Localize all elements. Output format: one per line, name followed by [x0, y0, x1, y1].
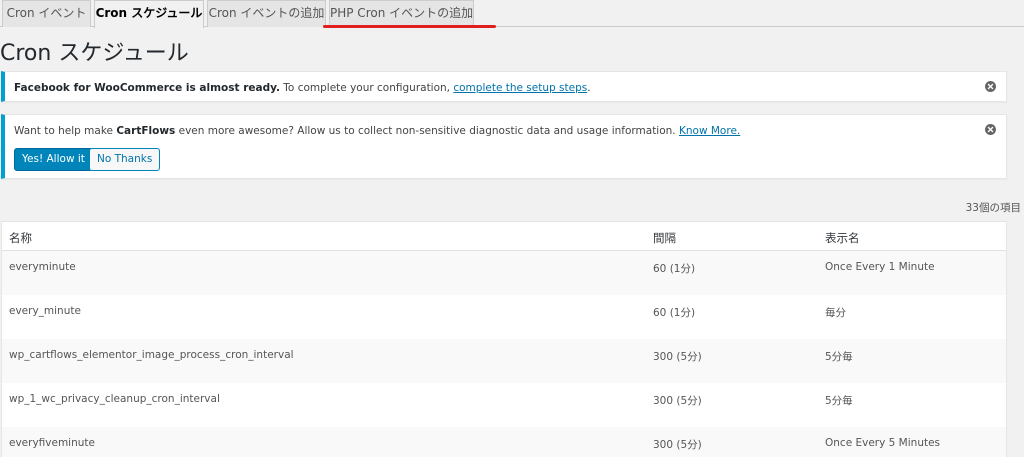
dismiss-icon[interactable]: [985, 81, 996, 92]
cartflows-notice: Want to help make CartFlows even more aw…: [1, 114, 1007, 179]
schedule-display-name: 5分毎: [825, 351, 853, 363]
table-row: everyminute 60 (1分) Once Every 1 Minute: [2, 251, 1006, 295]
column-header-name[interactable]: 名称: [9, 230, 32, 246]
schedule-name: wp_1_wc_privacy_cleanup_cron_interval: [9, 393, 220, 405]
cartflows-notice-pre: Want to help make: [14, 125, 117, 137]
facebook-notice-end: .: [587, 82, 591, 94]
table-row: every_minute 60 (1分) 毎分: [2, 295, 1006, 339]
table-header: 名称 間隔 表示名: [2, 222, 1006, 251]
schedule-name: everyminute: [9, 261, 76, 273]
schedule-name: everyfiveminute: [9, 437, 95, 449]
schedule-name: every_minute: [9, 305, 81, 317]
column-header-interval[interactable]: 間隔: [653, 230, 676, 246]
facebook-notice-body: To complete your configuration,: [279, 82, 454, 94]
schedule-display-name: Once Every 5 Minutes: [825, 437, 941, 449]
nav-tabs: Cron イベント Cron スケジュール Cron イベントの追加 PHP C…: [0, 0, 1024, 28]
schedule-display-name: Once Every 1 Minute: [825, 261, 935, 273]
schedule-interval: 60 (1分): [653, 307, 696, 319]
column-header-display-name[interactable]: 表示名: [825, 230, 860, 246]
tab-add-cron-event[interactable]: Cron イベントの追加: [207, 0, 326, 27]
highlight-underline: [323, 25, 496, 28]
facebook-notice-text: Facebook for WooCommerce is almost ready…: [14, 81, 591, 95]
know-more-link[interactable]: Know More.: [679, 125, 740, 137]
tab-cron-events[interactable]: Cron イベント: [2, 0, 91, 27]
cartflows-notice-bold: CartFlows: [116, 125, 176, 137]
schedule-interval: 300 (5分): [653, 351, 702, 363]
schedule-display-name: 5分毎: [825, 395, 853, 407]
tab-add-php-cron-event[interactable]: PHP Cron イベントの追加: [329, 0, 474, 27]
complete-setup-link[interactable]: complete the setup steps: [453, 82, 587, 94]
allow-button[interactable]: Yes! Allow it: [14, 148, 93, 171]
schedule-interval: 300 (5分): [653, 395, 702, 407]
cartflows-notice-text: Want to help make CartFlows even more aw…: [14, 124, 740, 138]
facebook-notice: Facebook for WooCommerce is almost ready…: [1, 71, 1007, 102]
schedule-interval: 300 (5分): [653, 439, 702, 451]
schedules-table: 名称 間隔 表示名 everyminute 60 (1分) Once Every…: [1, 221, 1007, 457]
no-thanks-button[interactable]: No Thanks: [89, 148, 161, 171]
schedule-name: wp_cartflows_elementor_image_process_cro…: [9, 349, 294, 361]
cartflows-notice-post: even more awesome? Allow us to collect n…: [175, 125, 679, 137]
table-row: everyfiveminute 300 (5分) Once Every 5 Mi…: [2, 427, 1006, 457]
dismiss-icon[interactable]: [985, 124, 996, 135]
table-row: wp_cartflows_elementor_image_process_cro…: [2, 339, 1006, 383]
tab-cron-schedules[interactable]: Cron スケジュール: [94, 0, 204, 28]
page-title: Cron スケジュール: [0, 41, 189, 66]
schedule-display-name: 毎分: [825, 307, 846, 319]
schedule-interval: 60 (1分): [653, 263, 696, 275]
table-row: wp_1_wc_privacy_cleanup_cron_interval 30…: [2, 383, 1006, 427]
facebook-notice-bold: Facebook for WooCommerce is almost ready…: [14, 82, 280, 94]
items-count: 33個の項目: [965, 202, 1021, 214]
